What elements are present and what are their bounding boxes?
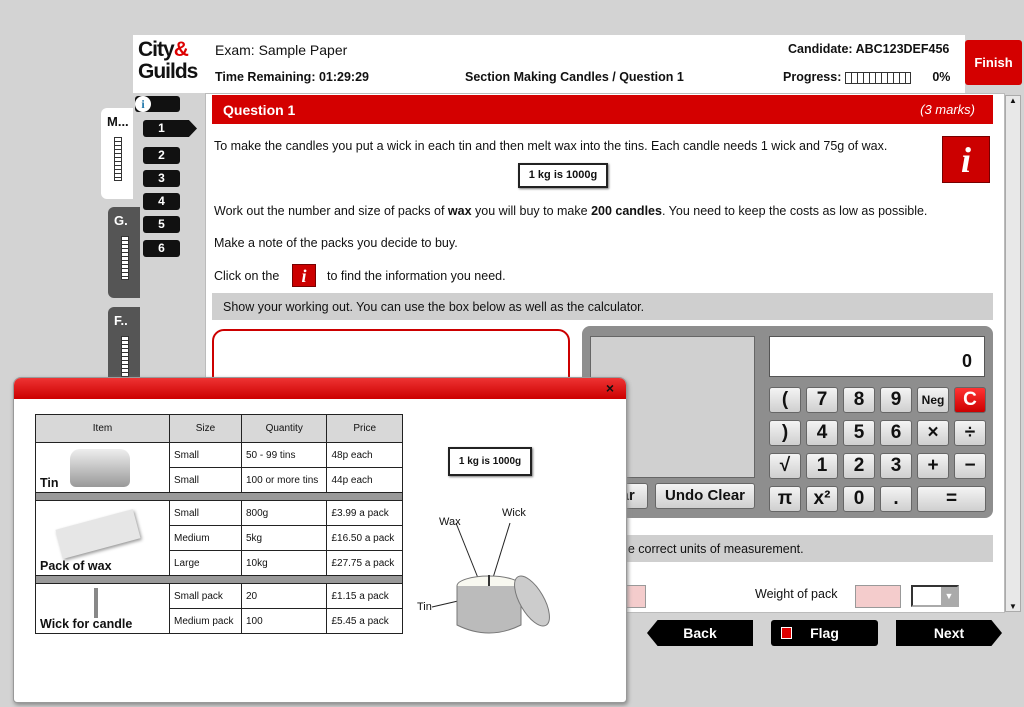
calculator: 0 Clear Undo Clear (789NegC)456×÷√123+−π…: [582, 326, 993, 518]
tin-image: [70, 449, 130, 487]
scrollbar[interactable]: ▲ ▼: [1005, 95, 1021, 612]
calc-key-6[interactable]: 6: [880, 420, 912, 446]
calc-key-3[interactable]: 3: [880, 453, 912, 479]
calc-key-divide[interactable]: ÷: [954, 420, 986, 446]
calculator-display: 0: [769, 336, 985, 377]
exam-title: Exam: Sample Paper: [215, 42, 348, 58]
flag-icon: [781, 627, 792, 639]
popup-kg-note: 1 kg is 1000g: [448, 447, 532, 476]
popup-titlebar[interactable]: [14, 378, 626, 399]
scroll-down-icon[interactable]: ▼: [1009, 602, 1017, 611]
calc-key-plus[interactable]: +: [917, 453, 949, 479]
info-resource-button[interactable]: i: [942, 136, 990, 183]
weight-label: Weight of pack: [755, 587, 838, 601]
question-text-2: Work out the number and size of packs of…: [214, 204, 928, 218]
exam-header: City& Guilds Exam: Sample Paper Time Rema…: [133, 35, 965, 93]
scroll-up-icon[interactable]: ▲: [1009, 96, 1017, 105]
candidate-id: Candidate: ABC123DEF456: [788, 42, 950, 56]
question-nav-4[interactable]: 4: [143, 193, 180, 210]
calc-key-7[interactable]: 7: [806, 387, 838, 413]
calc-key-open-paren[interactable]: (: [769, 387, 801, 413]
calc-key-sqrt[interactable]: √: [769, 453, 801, 479]
progress: Progress: 0%: [783, 70, 951, 84]
calc-key-2[interactable]: 2: [843, 453, 875, 479]
calc-key-decimal[interactable]: .: [880, 486, 912, 512]
question-nav-5[interactable]: 5: [143, 216, 180, 233]
resource-popup: × Item Size Quantity Price Tin Small 50 - 99 …: [13, 377, 627, 703]
tin-label: Tin: [417, 601, 432, 613]
inline-info-icon[interactable]: i: [292, 264, 316, 287]
calc-key-neg[interactable]: Neg: [917, 387, 949, 413]
chevron-down-icon: ▼: [941, 587, 957, 605]
section-tab-f[interactable]: F..: [108, 307, 140, 387]
calc-key-pi[interactable]: π: [769, 486, 801, 512]
back-button[interactable]: Back: [647, 620, 753, 646]
flag-button[interactable]: Flag: [771, 620, 878, 646]
info-nav-button[interactable]: i: [135, 96, 180, 112]
question-text-4-a: Click on the: [214, 269, 280, 283]
calc-key-square[interactable]: x²: [806, 486, 838, 512]
calc-key-9[interactable]: 9: [880, 387, 912, 413]
section-tab-g[interactable]: G.: [108, 207, 140, 298]
question-text-4-b: to find the information you need.: [327, 269, 506, 283]
wick-image: [94, 588, 98, 618]
city-guilds-logo: City& Guilds: [138, 38, 198, 83]
question-header: Question 1 (3 marks): [212, 95, 993, 124]
calc-key-minus[interactable]: −: [954, 453, 986, 479]
question-text-1: To make the candles you put a wick in ea…: [214, 139, 888, 153]
unit-select[interactable]: ▼: [911, 585, 959, 607]
tin-item: Tin: [35, 442, 170, 493]
question-nav-1[interactable]: 1: [143, 120, 197, 137]
price-table: Item Size Quantity Price Tin Small 50 - 99 ti…: [35, 414, 403, 634]
question-nav-2[interactable]: 2: [143, 147, 180, 164]
question-nav-3[interactable]: 3: [143, 170, 180, 187]
calc-undo-clear[interactable]: Undo Clear: [655, 483, 755, 509]
wick-item: Wick for candle: [35, 583, 170, 634]
info-icon: i: [135, 96, 151, 112]
wax-item: Pack of wax: [35, 500, 170, 576]
wax-label: Wax: [439, 516, 461, 528]
section-label: Section Making Candles / Question 1: [465, 70, 684, 84]
progress-bar: [844, 71, 911, 84]
candle-diagram: [431, 522, 550, 634]
question-text-3: Make a note of the packs you decide to b…: [214, 236, 458, 250]
calc-key-5[interactable]: 5: [843, 420, 875, 446]
working-hint: Show your working out. You can use the b…: [212, 293, 993, 320]
kg-note: 1 kg is 1000g: [518, 163, 608, 188]
finish-button[interactable]: Finish: [965, 40, 1022, 85]
section-tab-m[interactable]: M...: [101, 108, 133, 199]
time-remaining: Time Remaining: 01:29:29: [215, 70, 369, 84]
wax-image: [55, 509, 141, 559]
weight-input[interactable]: [855, 585, 901, 608]
calc-key-close-paren[interactable]: ): [769, 420, 801, 446]
calc-key-equals[interactable]: =: [917, 486, 986, 512]
question-nav-6[interactable]: 6: [143, 240, 180, 257]
calc-key-4[interactable]: 4: [806, 420, 838, 446]
calc-key-0[interactable]: 0: [843, 486, 875, 512]
calc-key-clear-entry[interactable]: C: [954, 387, 986, 413]
calc-key-multiply[interactable]: ×: [917, 420, 949, 446]
calc-key-8[interactable]: 8: [843, 387, 875, 413]
next-button[interactable]: Next: [896, 620, 1002, 646]
calc-key-1[interactable]: 1: [806, 453, 838, 479]
close-icon[interactable]: ×: [606, 380, 614, 396]
wick-label: Wick: [502, 507, 526, 519]
